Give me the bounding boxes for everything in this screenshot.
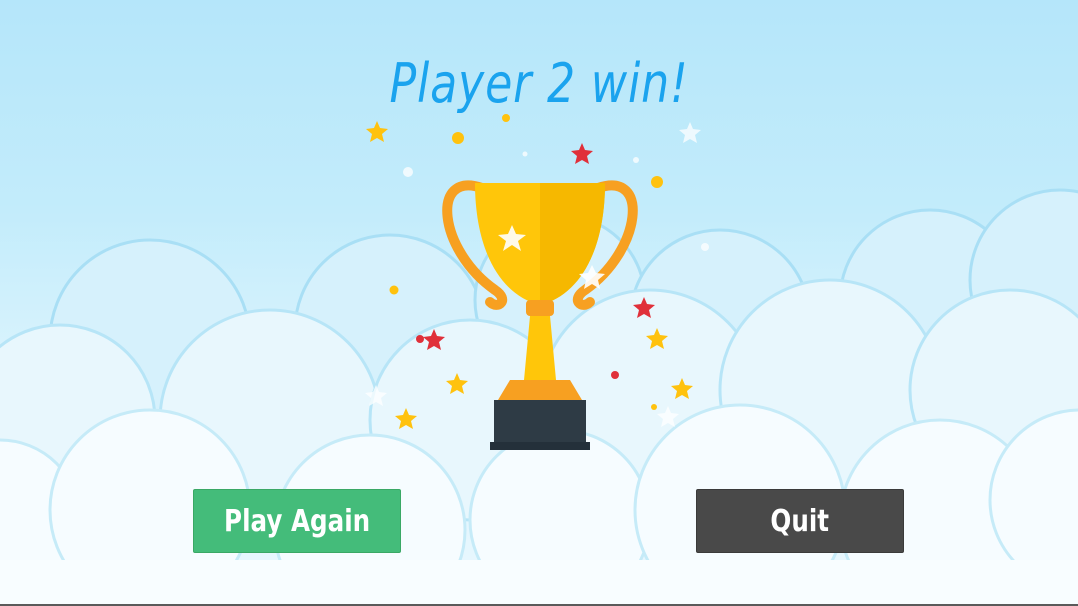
result-title: Player 2 win! [389,52,689,115]
play-again-label: Play Again [223,503,371,539]
quit-button[interactable]: Quit [696,489,904,553]
play-again-button[interactable]: Play Again [193,489,401,553]
game-over-screen: Player 2 win! Play Again Quit [0,0,1078,604]
quit-label: Quit [770,503,830,539]
trophy-icon [365,114,709,450]
